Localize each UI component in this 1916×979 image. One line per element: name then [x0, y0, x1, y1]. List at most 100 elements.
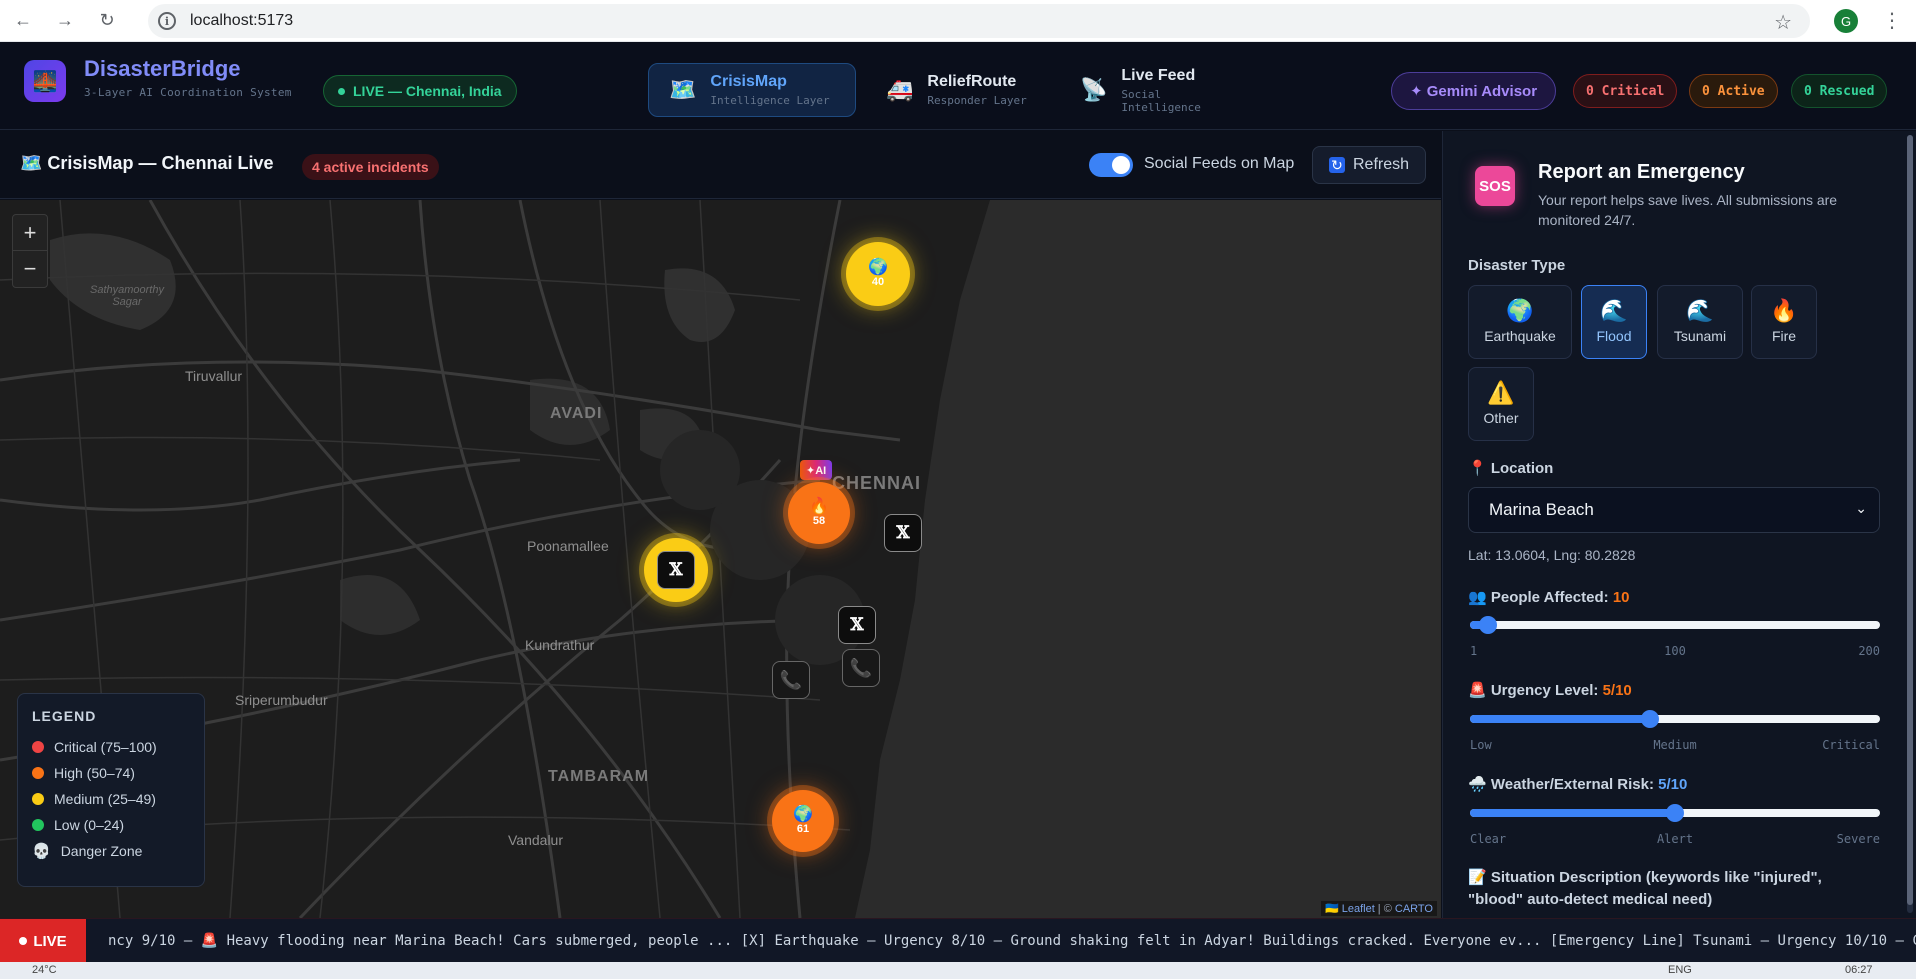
zoom-out-button[interactable]: − — [13, 251, 47, 287]
wave-icon: 🌊 — [1600, 298, 1628, 323]
map-toolbar: 🗺️ CrisisMap — Chennai Live 4 active inc… — [0, 131, 1441, 199]
refresh-button[interactable]: ↻ Refresh — [1312, 146, 1427, 184]
legend-title: LEGEND — [32, 708, 97, 724]
legend-label: Danger Zone — [60, 843, 143, 859]
disaster-type-label: Disaster Type — [1468, 257, 1566, 274]
crisis-map[interactable]: + − Sathyamoorthy Sagar Tiruvallur AVADI… — [0, 200, 1441, 918]
scrollbar-thumb[interactable] — [1907, 135, 1913, 905]
scale-mid: 100 — [1664, 644, 1686, 658]
legend-item: Critical (75–100) — [32, 734, 190, 760]
people-affected-label: 👥 People Affected: 10 — [1468, 588, 1630, 606]
wave-icon: 🌊 — [1686, 298, 1714, 323]
fire-icon: 🔥 — [809, 498, 829, 515]
forward-arrow-icon[interactable]: → — [54, 10, 76, 32]
legend-item: 💀 Danger Zone — [32, 838, 190, 864]
tab-live-feed[interactable]: 📡 Live Feed Social Intelligence — [1060, 63, 1260, 117]
slider-title: 👥 People Affected: — [1468, 589, 1609, 606]
scale-mid: Alert — [1656, 832, 1694, 846]
situation-description-label: 📝 Situation Description (keywords like "… — [1468, 869, 1822, 908]
back-arrow-icon[interactable]: ← — [12, 10, 34, 32]
slider-value: 5/10 — [1658, 776, 1688, 793]
scale-max: 200 — [1858, 644, 1880, 658]
tab-subtitle: Responder Layer — [927, 94, 1027, 107]
place-label: Kundrathur — [525, 637, 595, 653]
leaflet-link[interactable]: 🇺🇦 Leaflet — [1325, 903, 1375, 915]
ticker-text[interactable]: ncy 9/10 — 🚨 Heavy flooding near Marina … — [108, 933, 1916, 949]
slider-thumb[interactable] — [1666, 804, 1684, 822]
type-tsunami-button[interactable]: 🌊 Tsunami — [1657, 285, 1743, 359]
incident-marker-medium[interactable]: 🌍 40 — [846, 242, 910, 306]
gemini-advisor-button[interactable]: ✦ Gemini Advisor — [1391, 72, 1557, 110]
place-label: Tiruvallur — [185, 368, 243, 384]
fire-icon: 🔥 — [1770, 298, 1798, 323]
legend-item: Medium (25–49) — [32, 786, 190, 812]
urgency-slider[interactable] — [1470, 710, 1880, 728]
incident-marker-high[interactable]: 🔥 58 — [788, 482, 850, 544]
place-label: Vandalur — [508, 832, 564, 848]
legend-item: High (50–74) — [32, 760, 190, 786]
refresh-label: Refresh — [1353, 156, 1410, 173]
type-fire-button[interactable]: 🔥 Fire — [1751, 285, 1817, 359]
place-label: AVADI — [550, 405, 603, 422]
legend-item: Low (0–24) — [32, 812, 190, 838]
browser-menu-icon[interactable]: ⋮ — [1882, 8, 1902, 33]
panel-scrollbar[interactable] — [1907, 135, 1913, 913]
scale-max: Critical — [1822, 738, 1880, 752]
chevron-down-icon: ⌄ — [1855, 500, 1867, 516]
site-info-icon[interactable]: i — [158, 12, 176, 30]
weather-risk-slider[interactable] — [1470, 804, 1880, 822]
globe-icon: 🌍 — [1506, 298, 1534, 323]
map-tiles — [0, 200, 1441, 918]
type-label: Flood — [1596, 328, 1632, 344]
type-other-button[interactable]: ⚠️ Other — [1468, 367, 1534, 441]
x-post-marker[interactable]: 𝕏 — [884, 514, 922, 552]
low-dot-icon — [32, 819, 44, 831]
social-feeds-toggle[interactable] — [1089, 153, 1133, 177]
incident-marker-high[interactable]: 🌍 61 — [772, 790, 834, 852]
slider-thumb[interactable] — [1479, 616, 1498, 634]
place-label: Poonamallee — [527, 538, 609, 554]
bookmark-star-icon[interactable]: ☆ — [1774, 10, 1792, 35]
url-text[interactable]: localhost:5173 — [190, 12, 293, 30]
location-select[interactable]: Marina Beach ⌄ — [1468, 487, 1880, 533]
tab-reliefroute[interactable]: 🚑 ReliefRoute Responder Layer — [866, 63, 1052, 117]
incident-score: 61 — [796, 823, 810, 835]
carto-link[interactable]: CARTO — [1395, 903, 1433, 915]
slider-fill — [1470, 715, 1651, 723]
tab-title: Live Feed — [1121, 66, 1196, 84]
reload-icon[interactable]: ↻ — [96, 10, 118, 32]
people-affected-slider[interactable] — [1470, 616, 1880, 634]
social-feeds-label: Social Feeds on Map — [1144, 155, 1295, 172]
skull-icon: 💀 — [32, 843, 51, 860]
type-label: Fire — [1771, 328, 1797, 344]
type-earthquake-button[interactable]: 🌍 Earthquake — [1468, 285, 1572, 359]
rescued-count-badge: 0 Rescued — [1791, 74, 1888, 108]
slider-fill — [1470, 809, 1675, 817]
stat-text: 0 Rescued — [1804, 83, 1875, 99]
slider-value: 5/10 — [1602, 682, 1632, 699]
x-post-marker[interactable]: 𝕏 — [657, 551, 695, 589]
legend-label: Low (0–24) — [54, 817, 125, 833]
zoom-in-button[interactable]: + — [13, 215, 47, 251]
place-label: TAMBARAM — [548, 768, 650, 785]
urgency-label: 🚨 Urgency Level: 5/10 — [1468, 681, 1632, 699]
sos-icon: SOS — [1475, 166, 1515, 206]
tab-crisismap[interactable]: 🗺️ CrisisMap Intelligence Layer — [648, 63, 856, 117]
critical-dot-icon — [32, 741, 44, 753]
profile-avatar[interactable]: G — [1834, 9, 1858, 33]
logo-icon: 🌉 — [24, 60, 66, 102]
map-title: 🗺️ CrisisMap — Chennai Live — [20, 153, 274, 173]
map-attribution: 🇺🇦 Leaflet | © CARTO — [1320, 901, 1437, 916]
incident-score: 58 — [812, 515, 826, 527]
phone-call-marker[interactable]: 📞 — [842, 649, 880, 687]
tab-title: ReliefRoute — [927, 73, 1017, 90]
x-post-marker[interactable]: 𝕏 — [838, 606, 876, 644]
slider-title: 🚨 Urgency Level: — [1468, 682, 1599, 699]
type-label: Tsunami — [1673, 328, 1727, 344]
earthquake-icon: 🌍 — [793, 806, 813, 823]
address-bar[interactable]: i localhost:5173 ☆ — [148, 4, 1810, 38]
slider-thumb[interactable] — [1641, 710, 1660, 728]
type-flood-button[interactable]: 🌊 Flood — [1581, 285, 1647, 359]
phone-call-marker[interactable]: 📞 — [772, 661, 810, 699]
report-panel: SOS Report an Emergency Your report help… — [1442, 131, 1916, 918]
